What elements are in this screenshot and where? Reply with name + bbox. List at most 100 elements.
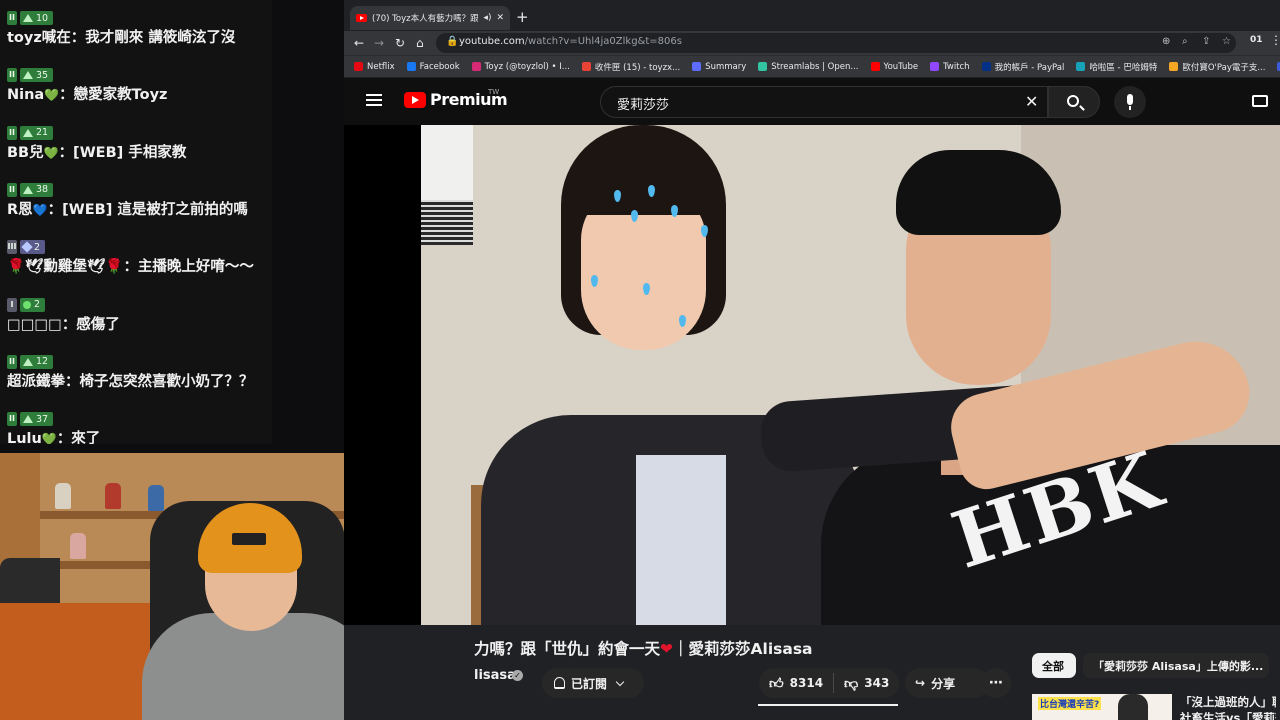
clear-search-icon[interactable]: ✕ — [1025, 92, 1038, 111]
bookmark-item[interactable]: 收件匣 (15) - toyzx... — [581, 61, 680, 73]
dislike-count[interactable]: 343 — [864, 676, 889, 690]
chip-channel-uploads[interactable]: 「愛莉莎莎 Alisasa」上傳的影... — [1083, 653, 1269, 678]
bookmark-item[interactable]: Streamlabs | Open... — [758, 62, 859, 72]
new-tab-button[interactable]: + — [516, 9, 529, 25]
lock-icon[interactable]: 🔒 — [446, 36, 458, 47]
beanie-label — [232, 533, 266, 545]
thumbs-up-icon[interactable]: 👍︎ — [769, 675, 784, 692]
member-tier-icon: II — [7, 68, 17, 83]
bookmark-label: Summary — [705, 61, 747, 72]
chat-text: ：戀愛家教Toyz — [59, 87, 168, 104]
rec-title-line2: 社畜生活vs「愛莉莎 — [1180, 711, 1276, 720]
speaker-icon[interactable]: ◂) — [483, 13, 491, 23]
video-player[interactable]: HBK — [421, 125, 1280, 625]
url-text: youtube.com/watch?v=Uhl4ja0Zlkg&t=806s — [459, 36, 682, 47]
bookmark-item[interactable]: Netflix — [354, 62, 395, 72]
reload-icon[interactable]: ↻ — [395, 35, 405, 51]
tab-youtube[interactable]: (70) Toyz本人有藝力嗎？跟 ◂) ✕ — [350, 6, 510, 30]
chat-username: BB兒 — [7, 144, 44, 161]
channel-name[interactable]: lisasa — [474, 668, 516, 683]
thumbs-down-icon[interactable]: 👎︎ — [844, 675, 858, 692]
bookmark-label: 哈啦區 - 巴哈姆特 — [1089, 62, 1158, 73]
heart-icon: 💙 — [32, 202, 48, 217]
share-button[interactable]: ↪ 分享 — [905, 668, 989, 698]
bookmark-favicon-icon — [471, 62, 481, 71]
chat-username: 🌹🕊勳雞堡🕊🌹 — [7, 259, 124, 276]
dot-icon — [23, 300, 31, 309]
chat-username: Lulu — [7, 431, 42, 444]
tab-bar: (70) Toyz本人有藝力嗎？跟 ◂) ✕ + — [344, 0, 1280, 34]
bookmark-favicon-icon — [406, 62, 416, 71]
profile-badge[interactable]: 01 — [1250, 35, 1263, 45]
chat-message: II 38 R恩💙：[WEB] 這是被打之前拍的嗎 — [7, 182, 269, 219]
chat-message: II 35 Nina💚：戀愛家教Toyz — [7, 68, 269, 104]
member-tier-icon: II — [7, 125, 17, 140]
bookmark-favicon-icon — [354, 62, 363, 71]
chat-level: 21 — [36, 127, 49, 139]
bookmark-item[interactable]: 我的帳戶 - PayPal — [981, 61, 1065, 73]
chat-level: 35 — [36, 69, 49, 81]
level-arrow-icon — [23, 71, 33, 80]
chat-username: 超派鐵拳 — [7, 373, 65, 390]
recommended-video-title[interactable]: 「沒上過班的人」職 社畜生活vs「愛莉莎 — [1180, 694, 1276, 720]
bookmark-label: YouTube — [883, 61, 919, 72]
bookmark-item[interactable]: 歐付寶O'Pay電子支... — [1169, 61, 1265, 73]
chat-level-badge: 35 — [20, 68, 54, 83]
address-bar[interactable]: 🔒 youtube.com/watch?v=Uhl4ja0Zlkg&t=806s… — [436, 33, 1236, 53]
create-video-icon[interactable] — [1252, 95, 1268, 107]
youtube-logo-icon[interactable] — [404, 92, 426, 108]
share-page-icon[interactable]: ⇪ — [1202, 36, 1210, 47]
search-icon — [1067, 95, 1079, 107]
home-icon[interactable]: ⌂ — [416, 35, 424, 51]
bookmarks-bar: Netflix Facebook Toyz (@toyzlol) • I... 收件匣… — [344, 55, 1280, 77]
chat-level: 38 — [36, 184, 49, 196]
voice-search-mic-icon[interactable] — [1114, 86, 1146, 118]
diamond-icon — [21, 241, 33, 253]
chat-text: ：來了 — [56, 431, 101, 444]
video-title: 力嗎？跟「世仇」約會一天❤｜愛莉莎莎Alisasa — [474, 637, 813, 659]
chip-all[interactable]: 全部 — [1032, 653, 1076, 678]
bookmark-label: Facebook — [419, 61, 460, 72]
bookmark-item[interactable]: Twitch — [930, 62, 970, 72]
recommended-video-thumbnail[interactable]: 比台灣還辛苦? — [1032, 694, 1172, 720]
youtube-favicon-icon — [356, 14, 367, 22]
menu-dots-icon[interactable]: ⋮ — [1270, 33, 1280, 47]
search-input[interactable]: 愛莉莎莎 ✕ — [600, 86, 1048, 118]
bell-icon — [554, 677, 565, 689]
zoom-icon[interactable]: ⌕ — [1182, 36, 1188, 47]
bookmark-item[interactable]: Toyz (@toyzlol) • I... — [471, 61, 570, 72]
bookmark-label: 我的帳戶 - PayPal — [994, 62, 1065, 73]
install-icon[interactable]: ⊕ — [1162, 36, 1170, 47]
subscribed-label: 已訂閱 — [571, 676, 608, 691]
member-tier-icon: II — [7, 11, 17, 25]
thumbnail-person — [1118, 694, 1148, 720]
hamburger-menu-icon[interactable] — [366, 94, 382, 106]
bookmark-favicon-icon — [1169, 62, 1179, 71]
chat-line: BB兒💚：[WEB] 手相家教 — [7, 144, 269, 162]
youtube-header: Premium TW 愛莉莎莎 ✕ — [344, 78, 1280, 125]
subscribed-button[interactable]: 已訂閱 — [542, 668, 644, 698]
bookmark-star-icon[interactable]: ☆ — [1222, 36, 1231, 47]
share-label: 分享 — [931, 676, 956, 691]
search-button[interactable] — [1048, 86, 1100, 118]
chat-level-badge: 2 — [20, 240, 46, 255]
tab-title: (70) Toyz本人有藝力嗎？跟 — [372, 14, 479, 24]
bookmark-item[interactable]: 哈啦區 - 巴哈姆特 — [1076, 61, 1157, 73]
forward-arrow-icon[interactable]: → — [374, 35, 384, 51]
chat-badges: II 10 — [7, 11, 269, 25]
more-actions-button[interactable]: ⋯ — [981, 668, 1011, 698]
woman-shirt — [636, 455, 726, 625]
bookmark-item[interactable]: YouTube — [870, 61, 919, 72]
chat-level: 2 — [34, 241, 41, 253]
back-arrow-icon[interactable]: ← — [354, 35, 364, 51]
like-count[interactable]: 8314 — [790, 676, 823, 690]
url-host: youtube.com — [459, 36, 525, 47]
bookmark-label: Toyz (@toyzlol) • I... — [484, 61, 570, 72]
member-tier-icon: II — [7, 354, 17, 369]
video-title-suffix: ｜愛莉莎莎Alisasa — [673, 640, 813, 658]
chat-line: Nina💚：戀愛家教Toyz — [7, 86, 269, 104]
close-tab-icon[interactable]: ✕ — [496, 13, 504, 23]
chat-level: 2 — [34, 299, 41, 310]
bookmark-item[interactable]: Summary — [692, 62, 746, 72]
bookmark-item[interactable]: Facebook — [406, 61, 460, 72]
